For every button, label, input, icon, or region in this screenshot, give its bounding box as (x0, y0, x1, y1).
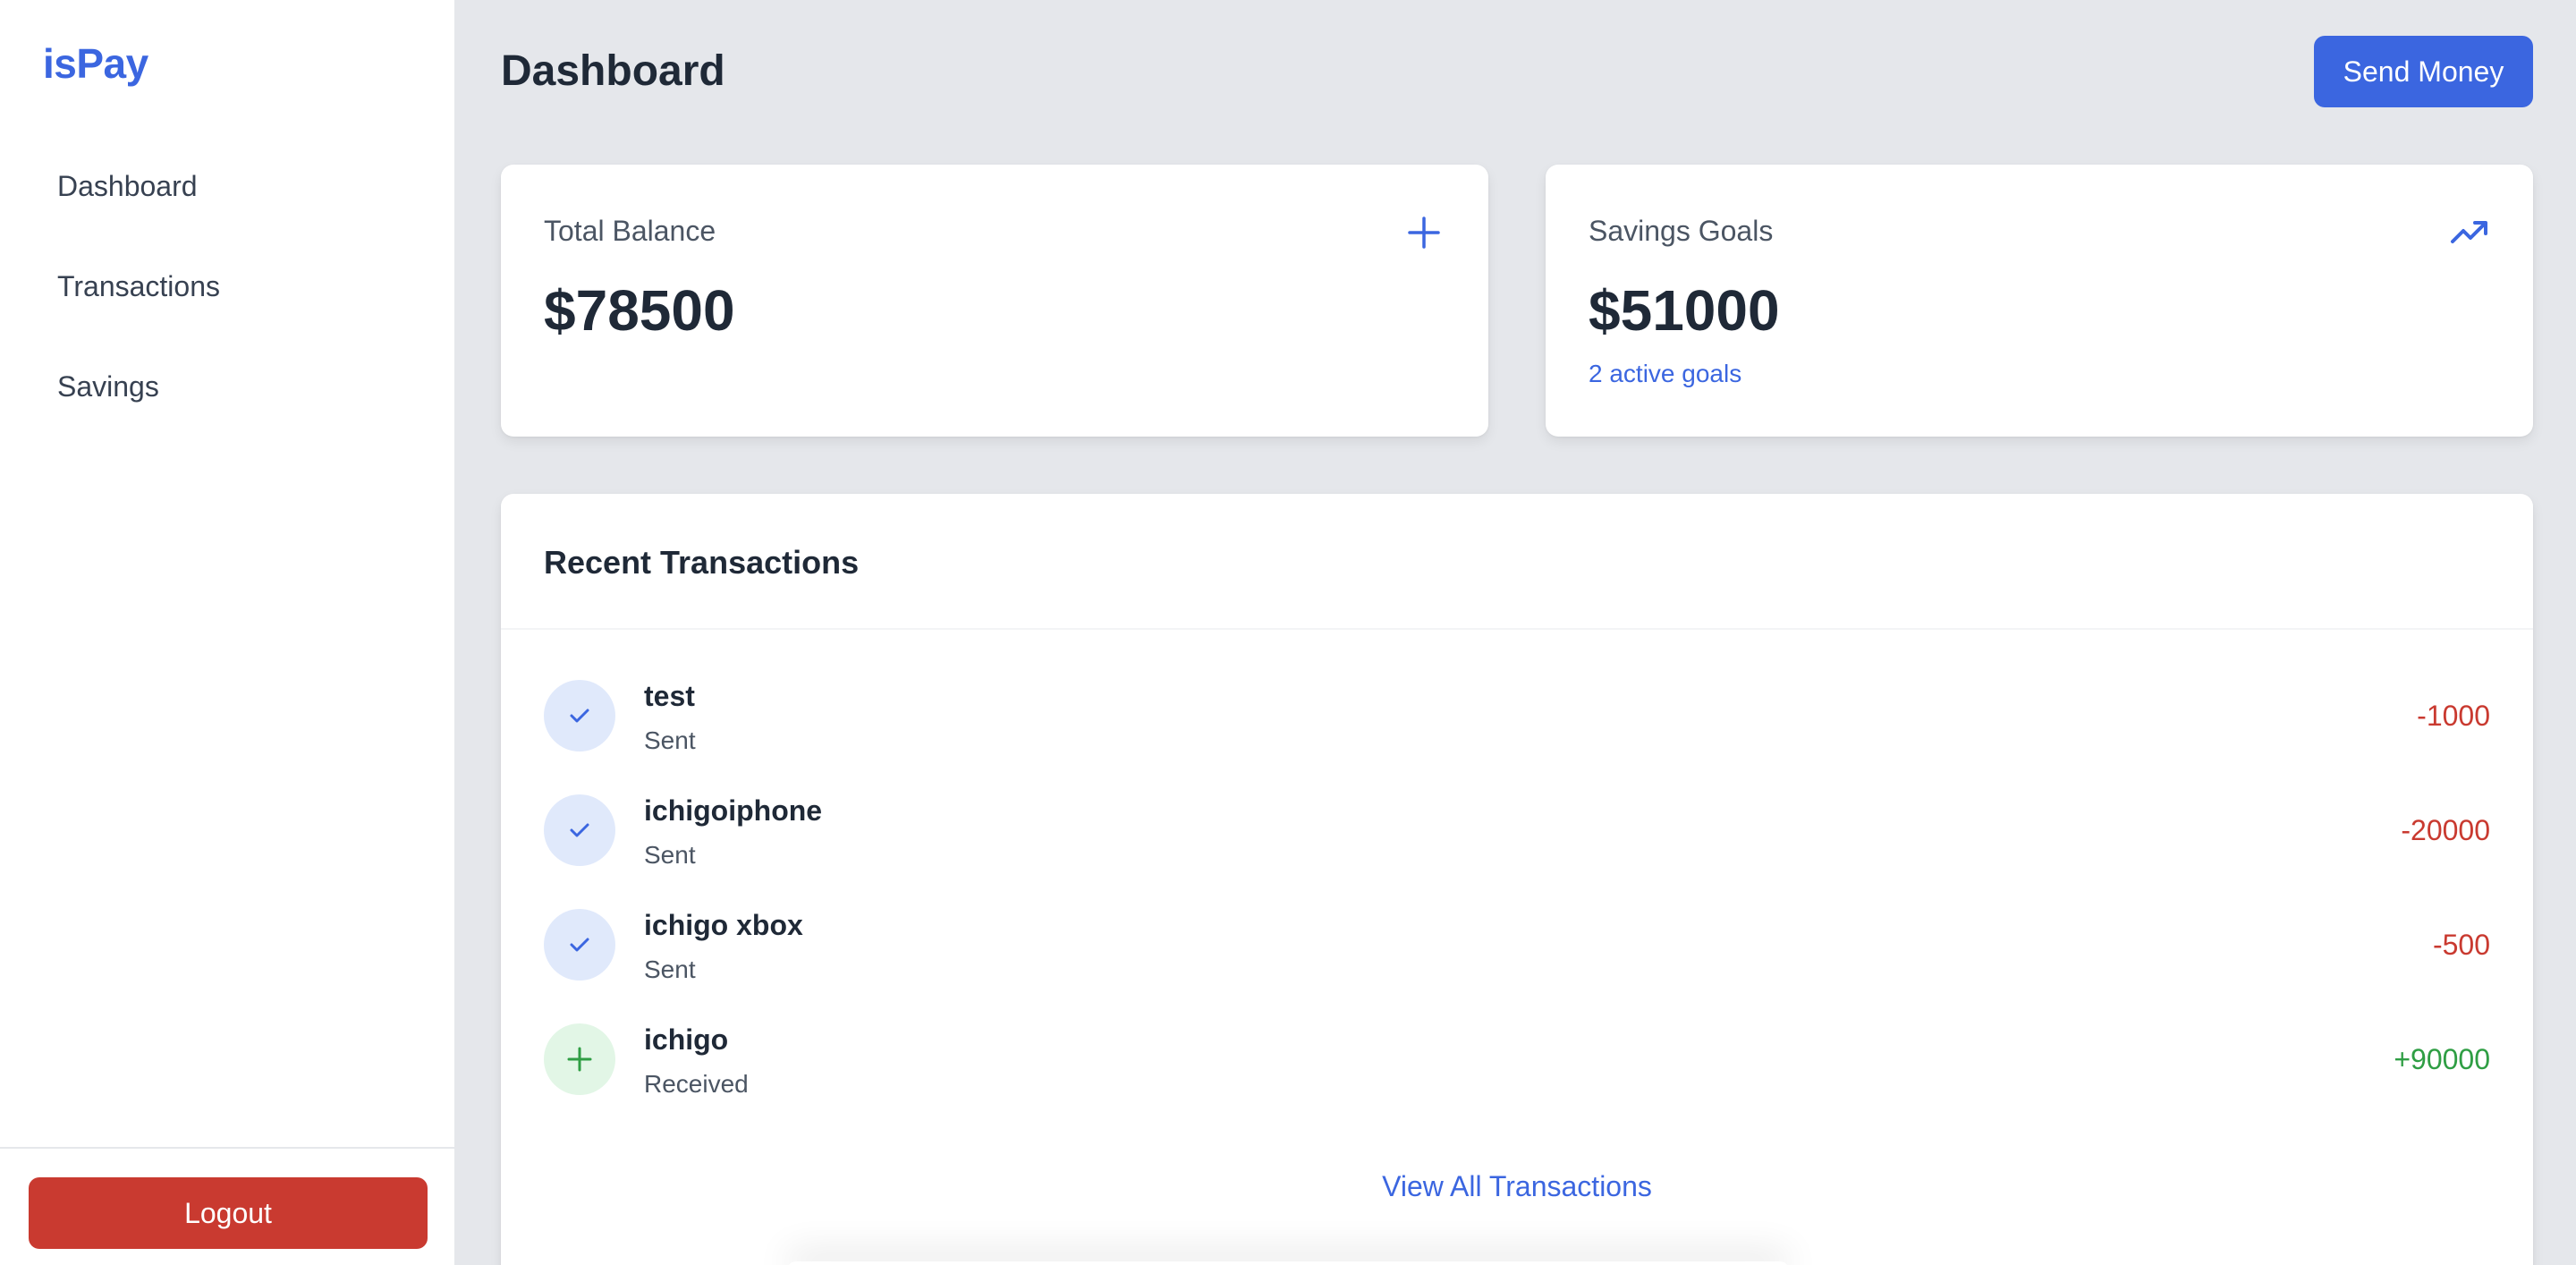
transactions-header: Recent Transactions (501, 494, 2533, 630)
transaction-list: test Sent -1000 ichigoiphone Sent -20000… (544, 680, 2490, 1138)
transaction-type: Sent (644, 955, 696, 983)
check-icon (544, 794, 615, 866)
sidebar-nav: Dashboard Transactions Savings (29, 150, 428, 451)
brand-logo[interactable]: isPay (43, 39, 148, 88)
logout-button[interactable]: Logout (29, 1177, 428, 1249)
transaction-amount: -500 (2432, 929, 2490, 961)
active-goals-text: 2 active goals (1589, 360, 1742, 387)
plus-icon[interactable] (1402, 211, 1445, 254)
transaction-row[interactable]: ichigoiphone Sent -20000 (544, 794, 2490, 909)
recent-transactions-card: Recent Transactions test Sent -1000 ichi… (501, 494, 2533, 1265)
transaction-row[interactable]: ichigo xbox Sent -500 (544, 909, 2490, 1023)
transaction-row[interactable]: ichigo Received +90000 (544, 1023, 2490, 1138)
savings-goals-card: Savings Goals $51000 2 active goals (1546, 165, 2533, 437)
sidebar-item-dashboard[interactable]: Dashboard (29, 150, 428, 222)
popup-edge-shadow (787, 1261, 1789, 1265)
sidebar: isPay Dashboard Transactions Savings Log… (0, 0, 456, 1265)
send-money-button[interactable]: Send Money (2314, 36, 2533, 107)
transaction-amount: -20000 (2401, 814, 2490, 846)
transaction-name: ichigoiphone (644, 794, 823, 827)
transactions-title: Recent Transactions (544, 544, 860, 581)
plus-icon (544, 1023, 615, 1095)
transaction-name: test (644, 680, 695, 712)
transaction-type: Sent (644, 726, 696, 754)
total-balance-card: Total Balance $78500 (501, 165, 1488, 437)
total-balance-label: Total Balance (544, 215, 716, 247)
transaction-row[interactable]: test Sent -1000 (544, 680, 2490, 794)
transaction-type: Received (644, 1070, 749, 1098)
check-icon (544, 909, 615, 981)
transaction-name: ichigo (644, 1023, 729, 1056)
total-balance-value: $78500 (544, 278, 735, 343)
savings-goals-label: Savings Goals (1589, 215, 1774, 247)
app-root: isPay Dashboard Transactions Savings Log… (0, 0, 2576, 1265)
sidebar-item-transactions[interactable]: Transactions (29, 250, 428, 322)
transaction-amount: -1000 (2417, 700, 2490, 732)
savings-goals-value: $51000 (1589, 278, 1780, 343)
check-icon (544, 680, 615, 751)
transaction-name: ichigo xbox (644, 909, 803, 941)
trending-up-icon (2447, 211, 2490, 254)
transaction-type: Sent (644, 841, 696, 869)
sidebar-item-savings[interactable]: Savings (29, 351, 428, 422)
sidebar-footer: Logout (0, 1147, 454, 1265)
transaction-amount: +90000 (2394, 1043, 2490, 1075)
view-all-transactions-link[interactable]: View All Transactions (501, 1170, 2533, 1203)
page-title: Dashboard (501, 47, 725, 95)
